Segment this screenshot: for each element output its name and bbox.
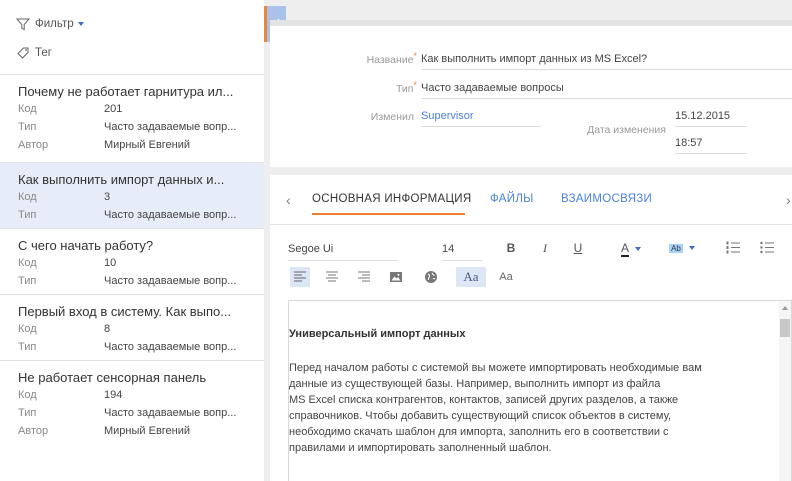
field-label: Тип — [18, 407, 37, 419]
list-item-selected[interactable]: Как выполнить импорт данных и... Код 3 Ти… — [0, 162, 264, 228]
field-value: 201 — [104, 103, 123, 115]
globe-link-icon[interactable] — [422, 268, 440, 286]
editor-line: справочников. Чтобы добавить существующи… — [289, 410, 672, 422]
font-color-button[interactable]: A — [616, 239, 646, 259]
record-header: Название* Как выполнить импорт данных из… — [270, 20, 792, 167]
modified-by-label: Изменил — [370, 111, 414, 123]
field-value: Часто задаваемые вопр... — [104, 121, 237, 133]
filter-button[interactable]: Фильтр — [0, 14, 84, 34]
field-label: Код — [18, 103, 37, 115]
tab-relations[interactable]: ВЗАИМОСВЯЗИ — [561, 193, 652, 205]
field-value: 8 — [104, 323, 111, 335]
field-value: Мирный Евгений — [104, 425, 191, 437]
scroll-up-arrow-icon[interactable] — [782, 306, 788, 310]
records-list: Почему не работает гарнитура ил... Код 20… — [0, 74, 264, 444]
lowercase-button[interactable]: Aa — [494, 267, 518, 287]
insert-image-icon[interactable] — [387, 268, 405, 286]
modified-by-link[interactable]: Supervisor — [421, 110, 541, 127]
editor-line: MS Excel списка контрагентов, контактов,… — [289, 394, 679, 406]
field-label: Код — [18, 323, 37, 335]
rich-text-editor[interactable]: Универсальный импорт данных Перед начало… — [288, 300, 792, 481]
list-item[interactable]: Первый вход в систему. Как выпо... Код 8 … — [0, 294, 264, 360]
tabs-scroll-left-icon[interactable]: ‹ — [286, 192, 291, 208]
align-right-icon[interactable] — [354, 267, 374, 287]
chevron-down-icon — [77, 22, 84, 26]
type-label: Тип* — [395, 80, 417, 95]
field-value: 10 — [104, 257, 117, 269]
field-value: 194 — [104, 389, 123, 401]
list-item-title: Не работает сенсорная панель — [18, 370, 207, 385]
records-list-panel: Фильтр Тег Почему не работает гарнитура … — [0, 0, 264, 481]
list-item-title: Почему не работает гарнитура ил... — [18, 84, 234, 99]
modified-date-field[interactable]: 15.12.2015 — [675, 110, 747, 127]
list-item[interactable]: С чего начать работу? Код 10 Тип Часто зад… — [0, 228, 264, 294]
align-center-icon[interactable] — [322, 267, 342, 287]
field-label: Автор — [18, 139, 49, 151]
uppercase-button[interactable]: Aa — [456, 267, 486, 287]
bullet-list-icon[interactable] — [760, 241, 774, 254]
field-value: 3 — [104, 191, 111, 203]
type-field[interactable]: Часто задаваемые вопросы — [421, 82, 792, 99]
editor-content: Универсальный импорт данных Перед начало… — [289, 301, 779, 456]
editor-heading: Универсальный импорт данных — [289, 328, 466, 340]
chevron-down-icon — [688, 246, 695, 250]
field-value: Мирный Евгений — [104, 139, 191, 151]
list-item[interactable]: Почему не работает гарнитура ил... Код 20… — [0, 74, 264, 158]
list-item-title: С чего начать работу? — [18, 238, 154, 253]
active-tab-indicator — [312, 213, 465, 215]
list-item[interactable]: Не работает сенсорная панель Код 194 Тип Ч… — [0, 360, 264, 444]
field-value: Часто задаваемые вопр... — [104, 407, 237, 419]
filter-icon — [16, 18, 30, 31]
required-marker: * — [413, 51, 417, 61]
tag-icon — [17, 47, 29, 59]
list-item-title: Первый вход в систему. Как выпо... — [18, 304, 232, 319]
field-value: Часто задаваемые вопр... — [104, 341, 237, 353]
editor-line: Перед началом работы с системой вы может… — [289, 362, 702, 374]
field-label: Код — [18, 191, 37, 203]
font-color-label: A — [620, 241, 629, 257]
modified-date-label: Дата изменения — [587, 124, 666, 136]
scrollbar-thumb[interactable] — [780, 319, 790, 337]
modified-time-field[interactable]: 18:57 — [675, 137, 747, 154]
field-label: Тип — [18, 341, 37, 353]
italic-button[interactable]: I — [536, 239, 554, 257]
editor-line: необходимо скачать шаблон для импорта, з… — [289, 426, 669, 438]
record-tabs-panel: ‹ ОСНОВНАЯ ИНФОРМАЦИЯ ФАЙЛЫ ВЗАИМОСВЯЗИ … — [270, 175, 792, 481]
bold-button[interactable]: B — [502, 239, 520, 257]
highlight-label: Ab — [669, 243, 683, 253]
tag-button[interactable]: Тег — [0, 43, 52, 63]
field-label: Автор — [18, 425, 49, 437]
tab-files[interactable]: ФАЙЛЫ — [490, 193, 534, 205]
editor-line: данные из существующей базы. Например, в… — [289, 378, 661, 390]
editor-line: правилами и импортировать заполненный ша… — [289, 442, 552, 454]
field-label: Тип — [18, 209, 37, 221]
tab-bar: ‹ ОСНОВНАЯ ИНФОРМАЦИЯ ФАЙЛЫ ВЗАИМОСВЯЗИ … — [270, 175, 792, 225]
numbered-list-icon[interactable] — [726, 241, 740, 254]
required-marker: * — [413, 80, 417, 90]
name-label: Название* — [366, 51, 417, 66]
align-left-icon[interactable] — [290, 267, 310, 287]
font-size-select[interactable]: 14 — [442, 243, 482, 261]
underline-button[interactable]: U — [569, 239, 587, 257]
filter-label: Фильтр — [35, 18, 74, 30]
field-value: Часто задаваемые вопр... — [104, 275, 237, 287]
field-label: Код — [18, 389, 37, 401]
editor-toolbar: Segoe Ui 14 B I U A Ab Aa Aa — [270, 237, 792, 301]
field-label: Тип — [18, 121, 37, 133]
list-item-title: Как выполнить импорт данных и... — [18, 172, 225, 187]
tabs-scroll-right-icon[interactable]: › — [786, 192, 791, 208]
tag-label: Тег — [35, 47, 52, 59]
editor-scrollbar[interactable] — [779, 301, 791, 481]
field-label: Код — [18, 257, 37, 269]
font-family-select[interactable]: Segoe Ui — [288, 243, 398, 261]
chevron-down-icon — [635, 247, 641, 251]
tab-main-info[interactable]: ОСНОВНАЯ ИНФОРМАЦИЯ — [312, 193, 471, 205]
field-label: Тип — [18, 275, 37, 287]
highlight-button[interactable]: Ab — [666, 239, 698, 257]
name-field[interactable]: Как выполнить импорт данных из MS Excel? — [421, 53, 792, 70]
field-value: Часто задаваемые вопр... — [104, 209, 237, 221]
